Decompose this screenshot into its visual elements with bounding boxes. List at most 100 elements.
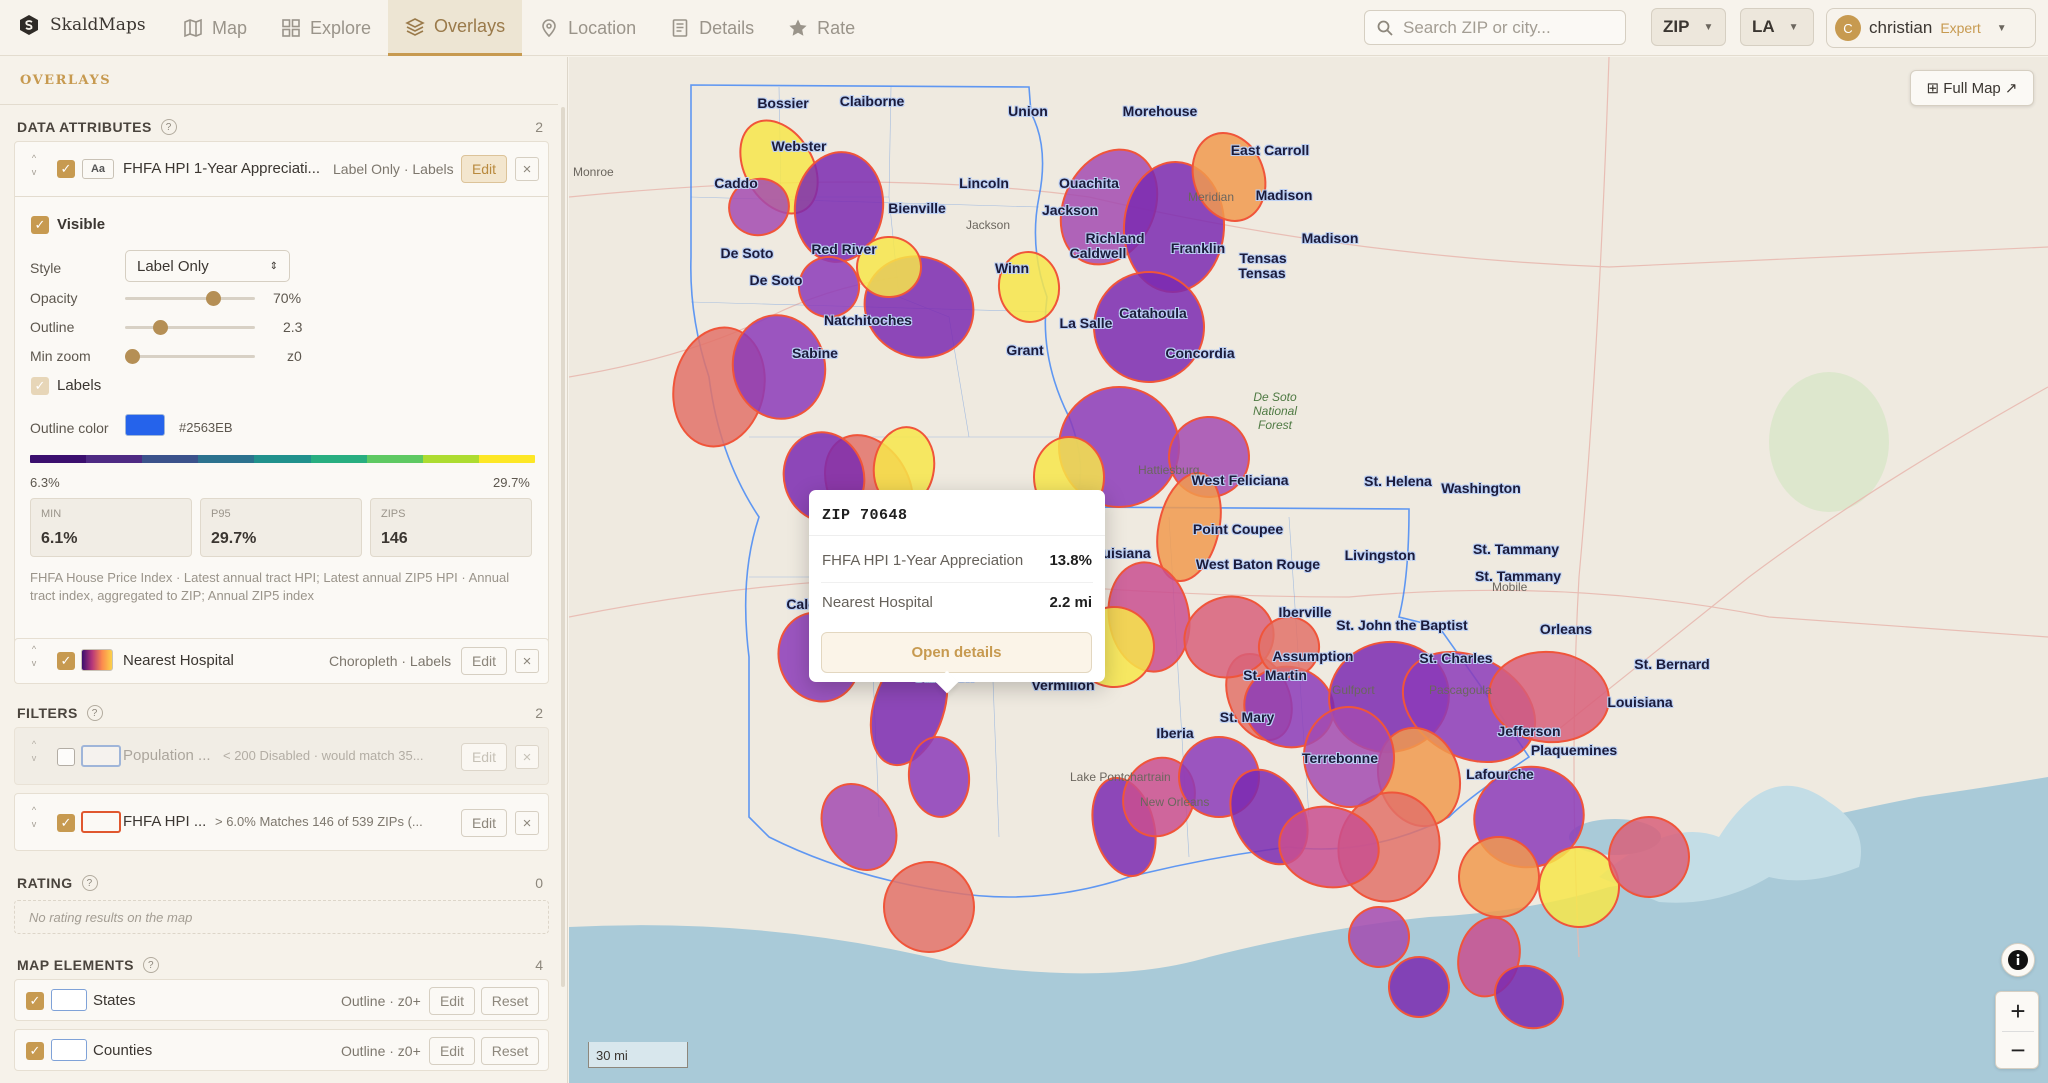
style-select[interactable]: Label Only ⇕: [125, 250, 290, 282]
stat-p95-value: 29.7%: [211, 530, 257, 547]
opacity-slider[interactable]: [125, 291, 255, 306]
zoom-controls: + −: [1995, 991, 2039, 1069]
element-enable-checkbox[interactable]: ✓: [26, 992, 44, 1010]
filter-edit-button[interactable]: Edit: [461, 743, 507, 771]
sidebar-title: OVERLAYS: [20, 73, 112, 88]
parish-label: Iberia: [1156, 725, 1194, 741]
ramp-segment: [254, 455, 311, 463]
help-icon[interactable]: ?: [142, 957, 159, 973]
zip-polygon[interactable]: [1346, 904, 1412, 970]
search-box[interactable]: [1364, 10, 1626, 45]
element-reset-button[interactable]: Reset: [481, 987, 539, 1015]
layer-enable-checkbox[interactable]: ✓: [57, 652, 75, 670]
reorder-handle[interactable]: ^ v: [24, 737, 44, 765]
map-canvas[interactable]: JacksonMeridianHattiesburgMcCombGulfport…: [569, 57, 2048, 1083]
layers-icon: [405, 17, 425, 36]
layer-meta: Label Only · Labels: [333, 161, 454, 177]
pin-icon: [542, 19, 556, 38]
ramp-segment: [198, 455, 255, 463]
parish-label: Point Coupee: [1192, 521, 1284, 537]
tab-explore[interactable]: Explore: [264, 0, 388, 56]
outline-color-swatch[interactable]: [125, 414, 165, 436]
filters-title: FILTERS: [17, 705, 78, 721]
ramp-segment: [366, 455, 423, 463]
parish-label: Assumption: [1272, 648, 1354, 664]
reorder-handle[interactable]: ^ v: [24, 151, 44, 179]
parish-label: Richland: [1085, 230, 1145, 246]
slider-handle[interactable]: [124, 349, 140, 364]
ramp-segment: [310, 455, 367, 463]
close-icon[interactable]: ×: [515, 157, 539, 181]
close-icon[interactable]: ×: [515, 745, 539, 769]
opacity-value: 70%: [273, 290, 302, 306]
tab-location[interactable]: Location: [522, 0, 653, 56]
zip-polygon[interactable]: [1538, 846, 1620, 928]
slider-handle[interactable]: [206, 291, 222, 306]
reorder-handle[interactable]: ^ v: [24, 803, 44, 831]
zoom-in-icon[interactable]: +: [1996, 992, 2040, 1031]
parish-label: Livingston: [1344, 547, 1416, 563]
element-edit-button[interactable]: Edit: [429, 1037, 475, 1065]
parish-label: St. John the Baptist: [1336, 617, 1468, 633]
filter-name: FHFA HPI ...: [123, 813, 207, 830]
tab-details[interactable]: Details: [653, 0, 771, 56]
element-edit-button[interactable]: Edit: [429, 987, 475, 1015]
sidebar-scrollbar[interactable]: [561, 107, 565, 987]
parish-label: Jackson: [1041, 202, 1099, 218]
state-value: LA: [1752, 17, 1775, 36]
parish-label: St. Helena: [1364, 473, 1432, 489]
zip-polygon[interactable]: [878, 856, 981, 959]
open-details-button[interactable]: Open details: [821, 632, 1092, 673]
labels-label: Labels: [57, 377, 102, 394]
main-nav: Map Explore Overlays Location Details Ra…: [166, 0, 872, 56]
parish-label: Claiborne: [839, 93, 905, 109]
close-icon[interactable]: ×: [515, 649, 539, 673]
geo-level-select[interactable]: ZIP ▼: [1651, 8, 1726, 46]
parish-label: St. Charles: [1419, 650, 1493, 666]
layer-edit-button[interactable]: Edit: [461, 647, 507, 675]
user-menu[interactable]: C christian Expert ▼: [1826, 8, 2036, 48]
slider-handle[interactable]: [153, 320, 169, 335]
tab-overlays[interactable]: Overlays: [388, 0, 523, 56]
tab-rate[interactable]: Rate: [771, 0, 872, 56]
color-ramp-legend: [30, 455, 535, 463]
close-icon[interactable]: ×: [515, 811, 539, 835]
outline-slider[interactable]: [125, 320, 255, 335]
place-label: Jackson: [966, 218, 1011, 232]
zip-polygon[interactable]: [807, 771, 911, 883]
parish-label: Red River: [811, 241, 877, 257]
min-zoom-slider[interactable]: [124, 349, 255, 364]
map-elements-count: 4: [535, 957, 543, 973]
visible-checkbox[interactable]: ✓: [31, 216, 49, 234]
help-icon[interactable]: ?: [160, 119, 177, 135]
filter-enable-checkbox[interactable]: [57, 748, 75, 766]
filter-edit-button[interactable]: Edit: [461, 809, 507, 837]
state-select[interactable]: LA ▼: [1740, 8, 1814, 46]
tab-overlays-label: Overlays: [434, 16, 506, 36]
layer-enable-checkbox[interactable]: ✓: [57, 160, 75, 178]
help-icon[interactable]: ?: [81, 875, 98, 891]
filter-enable-checkbox[interactable]: ✓: [57, 814, 75, 832]
avatar: C: [1835, 15, 1861, 41]
layer-edit-button[interactable]: Edit: [461, 155, 507, 183]
brand-logo[interactable]: SkaldMaps: [18, 14, 146, 36]
search-input[interactable]: [1403, 17, 1603, 38]
labels-checkbox[interactable]: ✓: [31, 377, 49, 395]
parish-label: St. Martin: [1243, 667, 1307, 683]
element-reset-button[interactable]: Reset: [481, 1037, 539, 1065]
search-icon: [1377, 20, 1393, 36]
full-map-button[interactable]: ⊞ Full Map ↗: [1910, 70, 2034, 106]
map-elements-heading: MAP ELEMENTS ?: [17, 957, 159, 973]
ramp-segment: [142, 455, 199, 463]
element-meta: Outline · z0+: [341, 1043, 421, 1059]
info-button[interactable]: [2001, 943, 2035, 977]
help-icon[interactable]: ?: [86, 705, 103, 721]
parish-label: East Carroll: [1230, 142, 1310, 158]
element-enable-checkbox[interactable]: ✓: [26, 1042, 44, 1060]
place-label: Gulfport: [1332, 683, 1375, 697]
tab-map[interactable]: Map: [166, 0, 264, 56]
stat-min-key: MIN: [41, 508, 62, 520]
info-icon: [2008, 950, 2028, 970]
reorder-handle[interactable]: ^ v: [24, 642, 44, 670]
zoom-out-icon[interactable]: −: [1996, 1031, 2040, 1070]
